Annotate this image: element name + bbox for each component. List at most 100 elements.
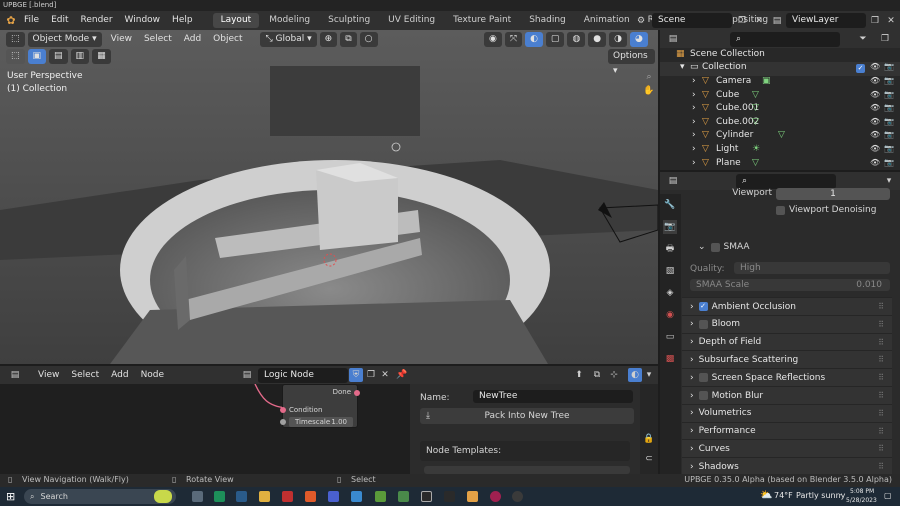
render-camera-icon[interactable]: 📷 <box>884 62 894 71</box>
panel-enable-checkbox[interactable] <box>698 319 708 329</box>
drag-handle-icon[interactable]: ⠿ <box>878 444 884 453</box>
tool-tab-icon[interactable]: 🔧 <box>663 198 677 212</box>
render-camera-icon[interactable]: 📷 <box>884 130 894 139</box>
tab-animation[interactable]: Animation <box>576 13 638 28</box>
output-tab-icon[interactable]: 🖶 <box>663 242 677 256</box>
outliner-item[interactable]: › ▽ Cube ▽ 👁 📷 <box>660 90 900 104</box>
render-camera-icon[interactable]: 📷 <box>884 144 894 153</box>
node-canvas[interactable]: Done Condition Timescale 1.00 <box>0 384 410 474</box>
outliner-collection[interactable]: ▾ ▭ Collection ✓ 👁 📷 <box>660 62 900 76</box>
camera-icon[interactable]: ▣ <box>762 76 771 86</box>
drag-handle-icon[interactable]: ⠿ <box>878 462 884 471</box>
unity-icon[interactable] <box>444 491 455 502</box>
collection-tab-icon[interactable]: ▭ <box>663 330 677 344</box>
options-dropdown[interactable]: Options ▾ <box>608 49 655 76</box>
object-mode-dropdown[interactable]: Object Mode ▾ <box>27 32 102 47</box>
logic-node[interactable]: Done Condition Timescale 1.00 <box>280 384 360 428</box>
world-tab-icon[interactable]: ◉ <box>663 308 677 322</box>
github-icon[interactable] <box>512 491 523 502</box>
brave-browser-icon[interactable] <box>305 491 316 502</box>
delete-scene-icon[interactable]: ✕ <box>752 14 766 28</box>
upbge-taskbar-icon[interactable] <box>467 491 478 502</box>
outliner-item[interactable]: › ▽ Cylinder ▽ 👁 📷 <box>660 130 900 144</box>
windows-start-icon[interactable]: ⊞ <box>6 490 15 503</box>
panel-motion-blur[interactable]: › Motion Blur ⠿ <box>682 386 892 404</box>
light-icon[interactable]: ☀ <box>752 144 760 154</box>
outliner-item[interactable]: › ▽ Light ☀ 👁 📷 <box>660 144 900 158</box>
texture-tab-icon[interactable]: ▩ <box>663 352 677 366</box>
select-box-icon[interactable]: ▣ <box>27 49 47 64</box>
node-menu-add[interactable]: Add <box>105 366 134 385</box>
panel-bloom[interactable]: › Bloom ⠿ <box>682 314 892 333</box>
menu-file[interactable]: File <box>18 11 45 30</box>
node-menu-select[interactable]: Select <box>65 366 105 385</box>
node-menu-node[interactable]: Node <box>135 366 171 385</box>
viewport-menu-object[interactable]: Object <box>207 32 248 47</box>
node-overlay-icon[interactable]: ◐ <box>628 368 642 382</box>
snap-icon[interactable]: ⧉ <box>340 32 357 47</box>
properties-search-input[interactable]: ⌕ <box>736 173 836 189</box>
tree-name-input[interactable]: NewTree <box>473 390 633 403</box>
proportional-edit-icon[interactable]: ○ <box>359 32 378 47</box>
drag-handle-icon[interactable]: ⠿ <box>878 355 884 364</box>
mesh-icon[interactable]: ▽ <box>752 90 759 100</box>
select-subtract-icon[interactable]: ▥ <box>70 49 90 64</box>
panel-enable-checkbox[interactable]: ✓ <box>698 302 708 311</box>
scene-field[interactable]: Scene <box>652 13 732 28</box>
properties-options-icon[interactable]: ▾ <box>882 174 896 188</box>
outliner-item[interactable]: › ▽ Cube.001 ▽ 👁 📷 <box>660 103 900 117</box>
game-icon[interactable] <box>398 491 409 502</box>
pin-icon[interactable]: 📌 <box>395 368 409 382</box>
panel-ambient-occlusion[interactable]: › ✓ Ambient Occlusion ⠿ <box>682 297 892 315</box>
expand-icon[interactable]: › <box>692 76 696 86</box>
node-menu-view[interactable]: View <box>32 366 65 385</box>
tree-name-field[interactable]: Logic Node Editor.001 <box>258 367 348 395</box>
blender-logo-icon[interactable]: ✿ <box>4 14 18 28</box>
editor-type-button[interactable]: ⬚ <box>6 32 25 47</box>
panel-performance[interactable]: › Performance ⠿ <box>682 421 892 440</box>
menu-window[interactable]: Window <box>119 11 167 30</box>
zoom-icon[interactable]: ⌕ <box>642 70 656 84</box>
viewport-denoising-checkbox[interactable] <box>776 205 785 215</box>
item-tab-icon[interactable]: ⊂ <box>642 452 656 466</box>
panel-enable-checkbox[interactable] <box>698 391 708 400</box>
view-layer-tab-icon[interactable]: ▧ <box>663 264 677 278</box>
select-tool-icon[interactable]: ⬚ <box>6 49 25 64</box>
eye-icon[interactable]: 👁 <box>870 76 880 85</box>
panel-depth-of-field[interactable]: › Depth of Field ⠿ <box>682 332 892 351</box>
expand-icon[interactable]: › <box>692 103 696 113</box>
eye-icon[interactable]: 👁 <box>870 158 880 167</box>
material-shading-icon[interactable]: ◑ <box>609 32 628 47</box>
new-scene-icon[interactable]: ❐ <box>735 14 749 28</box>
file-explorer-icon[interactable] <box>259 491 270 502</box>
render-camera-icon[interactable]: 📷 <box>884 90 894 99</box>
weather-temp[interactable]: 74°F <box>774 491 793 500</box>
taskbar-search[interactable]: ⌕ Search <box>24 489 176 504</box>
mesh-icon[interactable]: ▽ <box>752 103 759 113</box>
xray-icon[interactable]: ▢ <box>545 32 565 47</box>
outliner-search-input[interactable]: ⌕ <box>730 31 840 47</box>
tab-sculpting[interactable]: Sculpting <box>320 13 378 28</box>
quality-dropdown[interactable]: High <box>734 262 890 274</box>
notification-icon[interactable]: ▢ <box>884 491 892 500</box>
outliner-item[interactable]: › ▽ Camera ▣ 👁 📷 <box>660 76 900 90</box>
render-camera-icon[interactable]: 📷 <box>884 158 894 167</box>
solid-shading-icon[interactable]: ● <box>588 32 607 47</box>
viewport-menu-select[interactable]: Select <box>138 32 178 47</box>
smaa-checkbox[interactable] <box>710 242 720 252</box>
panel-screen-space-reflections[interactable]: › Screen Space Reflections ⠿ <box>682 368 892 387</box>
lock-tab-icon[interactable]: 🔒 <box>642 432 656 446</box>
news-app-icon[interactable] <box>282 491 293 502</box>
tab-shading[interactable]: Shading <box>521 13 574 28</box>
outliner-editor-type-icon[interactable]: ▤ <box>666 32 680 46</box>
outliner-item[interactable]: › ▽ Plane ▽ 👁 📷 <box>660 158 900 172</box>
eye-icon[interactable]: 👁 <box>870 90 880 99</box>
eye-icon[interactable]: 👁 <box>870 130 880 139</box>
weather-icon[interactable]: ⛅ <box>760 490 772 501</box>
overlay-icon[interactable]: ◐ <box>525 32 543 47</box>
smaa-subpanel[interactable]: ⌄ SMAA <box>698 242 750 252</box>
select-extend-icon[interactable]: ▤ <box>49 49 68 64</box>
collection-include-checkbox[interactable]: ✓ <box>856 64 865 73</box>
viewport-menu-add[interactable]: Add <box>178 32 207 47</box>
parent-tree-icon[interactable]: ⬆ <box>572 368 586 382</box>
